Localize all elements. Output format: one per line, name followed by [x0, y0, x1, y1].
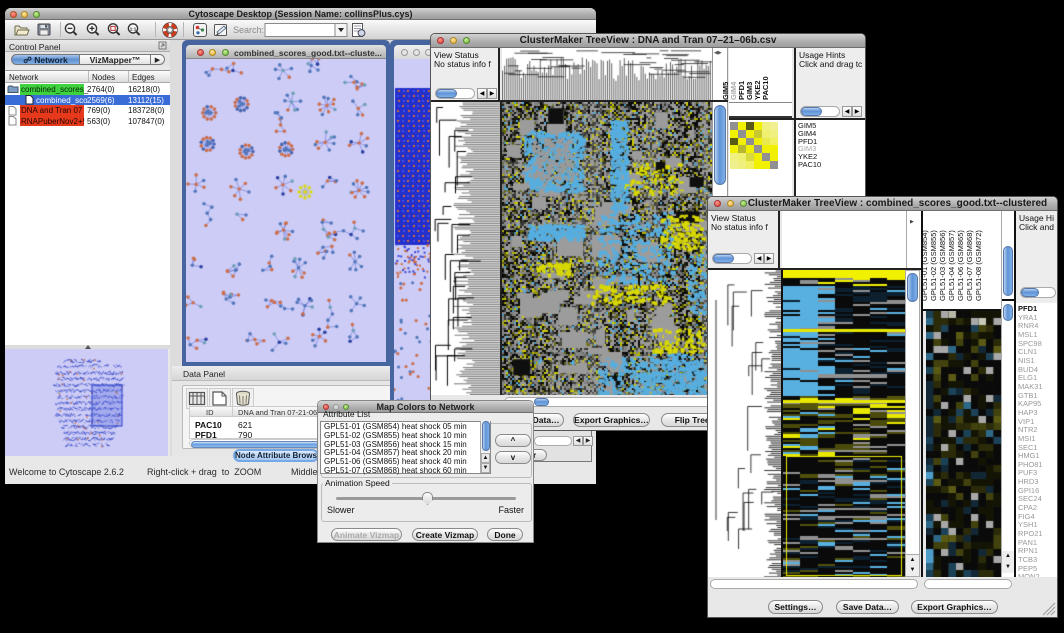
svg-text:1:1: 1:1 — [130, 26, 137, 31]
svg-text:Search:: Search: — [233, 25, 264, 35]
